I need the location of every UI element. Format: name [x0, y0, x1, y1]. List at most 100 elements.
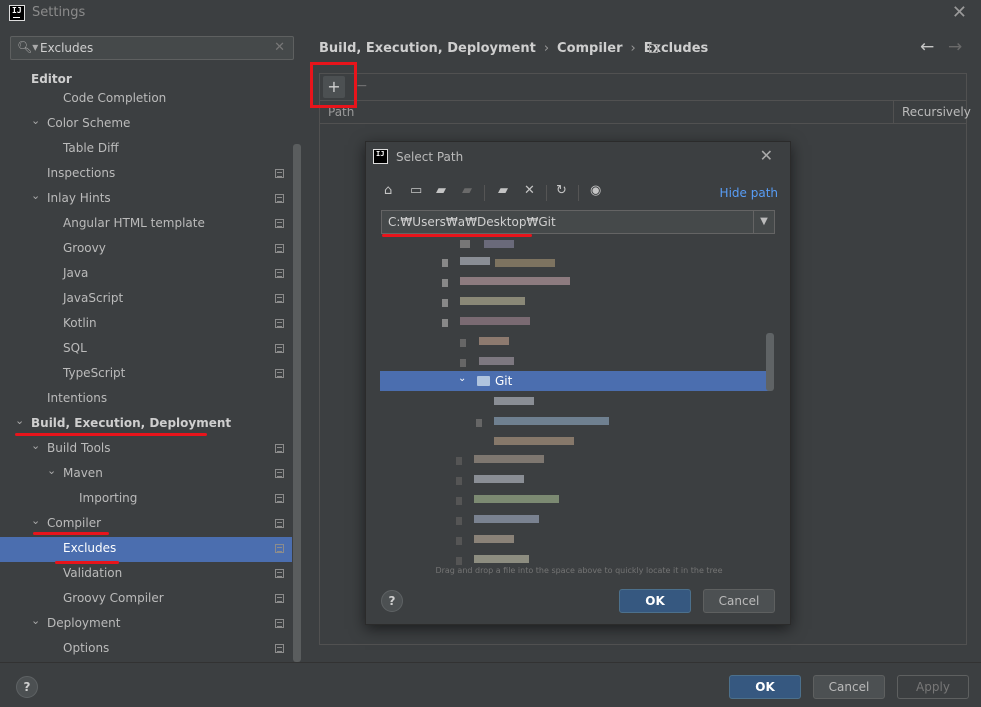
file-tree[interactable]: ⌄ Git — [380, 235, 778, 565]
sidebar-item-java[interactable]: Java — [0, 262, 292, 287]
sidebar-item-sql[interactable]: SQL — [0, 337, 292, 362]
window-title: Settings — [32, 5, 86, 20]
blurred-tree-item[interactable] — [474, 515, 539, 523]
refresh-icon[interactable]: ↻ — [556, 183, 567, 198]
sidebar-item-inlay-hints[interactable]: ⌄ Inlay Hints — [0, 187, 292, 212]
desktop-icon[interactable]: ▭ — [410, 183, 422, 198]
sidebar-item-validation[interactable]: Validation — [0, 562, 292, 587]
blurred-tree-item[interactable] — [495, 259, 555, 267]
hide-path-link[interactable]: Hide path — [720, 186, 778, 200]
blurred-tree-item[interactable] — [442, 319, 448, 327]
apply-button[interactable]: Apply — [897, 675, 969, 699]
sidebar-item-inspections[interactable]: Inspections — [0, 162, 292, 187]
blurred-tree-item[interactable] — [460, 359, 466, 367]
settings-search-field[interactable]: 🔍︎▾ Excludes ✕ — [10, 36, 294, 60]
blurred-tree-item[interactable] — [460, 297, 525, 305]
sidebar-item-groovy-compiler[interactable]: Groovy Compiler — [0, 587, 292, 612]
blurred-tree-item[interactable] — [484, 240, 514, 248]
sidebar-scrollbar[interactable] — [293, 144, 301, 662]
dialog-ok-button[interactable]: OK — [619, 589, 691, 613]
sidebar-item-angular-html-template[interactable]: Angular HTML template — [0, 212, 292, 237]
sidebar-item-javascript[interactable]: JavaScript — [0, 287, 292, 312]
sidebar-item-kotlin[interactable]: Kotlin — [0, 312, 292, 337]
blurred-tree-item[interactable] — [456, 497, 462, 505]
delete-icon[interactable]: ✕ — [524, 183, 535, 198]
forward-arrow-icon[interactable]: → — [948, 37, 962, 57]
blurred-tree-item[interactable] — [460, 339, 466, 347]
annotation-underline — [33, 532, 109, 535]
blurred-tree-item[interactable] — [460, 257, 490, 265]
sidebar-item-label: Groovy Compiler — [63, 591, 164, 605]
blurred-tree-item[interactable] — [474, 455, 544, 463]
sidebar-item-table-diff[interactable]: Table Diff — [0, 137, 292, 162]
remove-button[interactable]: − — [356, 78, 368, 94]
help-button[interactable]: ? — [16, 676, 38, 698]
chevron-down-icon[interactable]: ⌄ — [31, 514, 40, 527]
blurred-tree-item[interactable] — [474, 535, 514, 543]
search-icon[interactable]: 🔍︎▾ — [17, 40, 38, 54]
cancel-button[interactable]: Cancel — [813, 675, 885, 699]
blurred-tree-item[interactable] — [456, 537, 462, 545]
sidebar-item-typescript[interactable]: TypeScript — [0, 362, 292, 387]
blurred-tree-item[interactable] — [460, 240, 470, 248]
ok-button[interactable]: OK — [729, 675, 801, 699]
help-button[interactable]: ? — [381, 590, 403, 612]
sidebar-item-options[interactable]: Options — [0, 637, 292, 662]
blurred-tree-item[interactable] — [442, 259, 448, 267]
breadcrumb-item[interactable]: Build, Execution, Deployment — [319, 41, 536, 56]
sidebar-item-intentions[interactable]: Intentions — [0, 387, 292, 412]
search-input[interactable]: Excludes — [40, 41, 93, 55]
project-settings-icon — [275, 644, 284, 653]
blurred-tree-item[interactable] — [474, 495, 559, 503]
sidebar-item-deployment[interactable]: ⌄ Deployment — [0, 612, 292, 637]
chevron-down-icon[interactable]: ⌄ — [31, 439, 40, 452]
chevron-down-icon[interactable]: ⌄ — [47, 464, 56, 477]
blurred-tree-item[interactable] — [460, 277, 570, 285]
path-input[interactable]: C:₩Users₩a₩Desktop₩Git — [388, 215, 556, 229]
chevron-down-icon[interactable]: ⌄ — [458, 373, 466, 384]
tree-scrollbar[interactable] — [766, 333, 774, 391]
blurred-tree-item[interactable] — [456, 457, 462, 465]
home-icon[interactable]: ⌂ — [384, 183, 392, 198]
blurred-tree-item[interactable] — [479, 337, 509, 345]
chevron-down-icon[interactable]: ⌄ — [31, 114, 40, 127]
tree-row-selected[interactable]: ⌄ Git — [380, 371, 770, 391]
project-folder-icon[interactable]: ▰ — [436, 183, 446, 198]
sidebar-item-color-scheme[interactable]: ⌄ Color Scheme — [0, 112, 292, 137]
blurred-tree-item[interactable] — [442, 299, 448, 307]
blurred-tree-item[interactable] — [474, 475, 524, 483]
dialog-cancel-button[interactable]: Cancel — [703, 589, 775, 613]
column-header-recursively[interactable]: Recursively — [893, 101, 971, 123]
blurred-tree-item[interactable] — [494, 397, 534, 405]
path-combobox[interactable]: C:₩Users₩a₩Desktop₩Git ▼ — [381, 210, 775, 234]
blurred-tree-item[interactable] — [476, 419, 482, 427]
blurred-tree-item[interactable] — [456, 477, 462, 485]
show-hidden-icon[interactable]: ◉ — [590, 183, 601, 198]
sidebar-item-build-tools[interactable]: ⌄ Build Tools — [0, 437, 292, 462]
chevron-down-icon[interactable]: ⌄ — [15, 414, 24, 427]
breadcrumb-item[interactable]: Compiler — [557, 41, 622, 56]
blurred-tree-item[interactable] — [479, 357, 514, 365]
blurred-tree-item[interactable] — [456, 557, 462, 565]
new-folder-icon[interactable]: ▰ — [498, 183, 508, 198]
sidebar-item-maven[interactable]: ⌄ Maven — [0, 462, 292, 487]
chevron-down-icon[interactable]: ⌄ — [31, 614, 40, 627]
sidebar-item-excludes[interactable]: Excludes — [0, 537, 292, 562]
blurred-tree-item[interactable] — [460, 317, 530, 325]
chevron-down-icon[interactable]: ▼ — [753, 211, 774, 233]
sidebar-item-groovy[interactable]: Groovy — [0, 237, 292, 262]
project-settings-icon — [275, 294, 284, 303]
sidebar-item-importing[interactable]: Importing — [0, 487, 292, 512]
blurred-tree-item[interactable] — [456, 517, 462, 525]
blurred-tree-item[interactable] — [442, 279, 448, 287]
blurred-tree-item[interactable] — [474, 555, 529, 563]
blurred-tree-item[interactable] — [494, 437, 574, 445]
close-icon[interactable]: ✕ — [760, 146, 773, 165]
blurred-tree-item[interactable] — [494, 417, 609, 425]
back-arrow-icon[interactable]: ← — [920, 37, 934, 57]
chevron-down-icon[interactable]: ⌄ — [31, 189, 40, 202]
sidebar-item-code-completion[interactable]: Code Completion — [0, 87, 292, 112]
clear-search-icon[interactable]: ✕ — [274, 40, 285, 55]
window-close-icon[interactable]: ✕ — [952, 2, 967, 23]
module-folder-icon[interactable]: ▰ — [462, 183, 472, 198]
